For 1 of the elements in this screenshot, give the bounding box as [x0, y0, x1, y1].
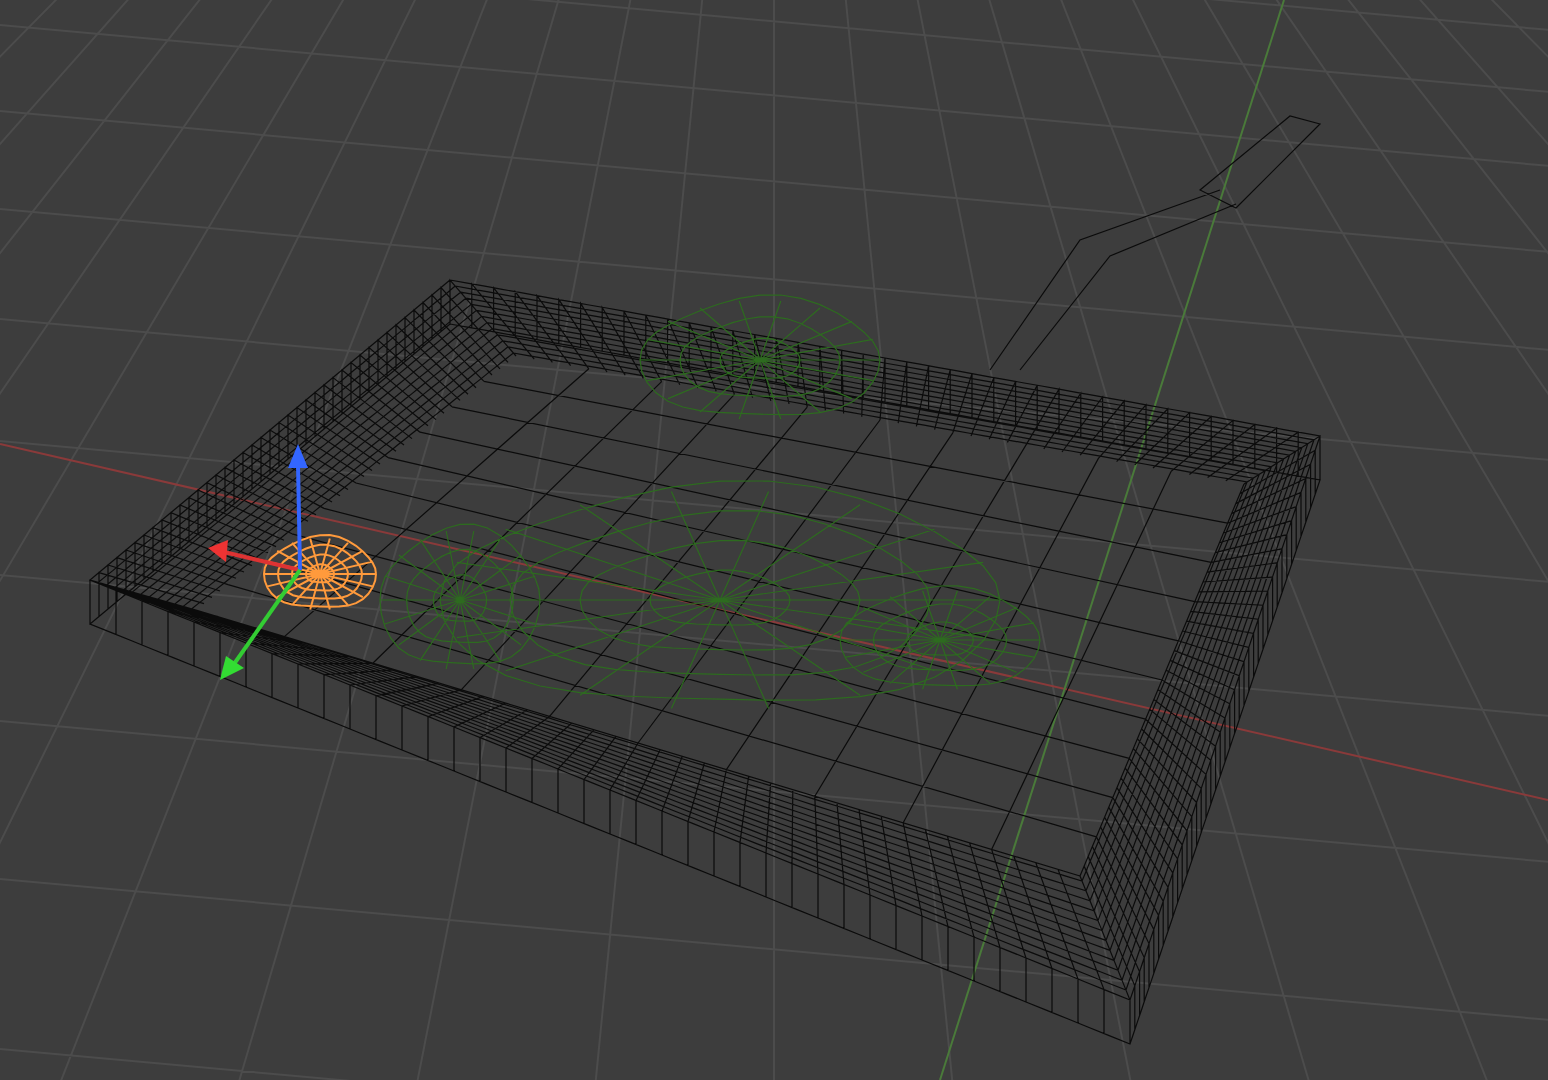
transform-gizmo-icon[interactable] — [208, 444, 308, 680]
